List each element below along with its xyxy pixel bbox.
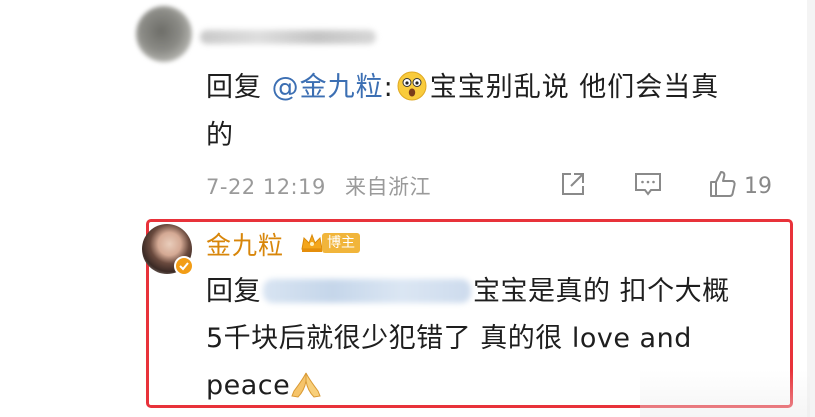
blurred-mention — [263, 279, 471, 303]
crown-icon — [300, 231, 324, 255]
timestamp: 7-22 12:19 — [206, 175, 326, 199]
verified-badge-icon — [174, 256, 194, 276]
avatar[interactable] — [136, 6, 192, 62]
blurred-username — [200, 30, 376, 44]
folded-hands-icon — [290, 367, 322, 398]
reply-prefix: 回复 — [206, 276, 261, 307]
comment-icon — [634, 171, 662, 201]
comment-line-1: 宝宝是真的 扣个大概 — [473, 276, 730, 307]
comment-button[interactable] — [634, 170, 674, 202]
comment-line-2: 5千块后就很少犯错了 真的很 love and — [206, 323, 692, 354]
like-count: 19 — [744, 173, 772, 199]
badge-label: 博主 — [322, 233, 360, 253]
surprised-face-icon — [397, 69, 427, 101]
reply-prefix: 回复 — [206, 72, 262, 103]
decorative-fade — [640, 370, 810, 417]
username[interactable]: 金九粒 — [206, 226, 284, 262]
comment-text: 回复 @金九粒: 宝宝别乱说 他们会当真 的 — [206, 64, 796, 160]
comment-meta: 7-22 12:19 来自浙江 — [206, 171, 431, 201]
comment-line-2: 的 — [206, 120, 234, 151]
location: 来自浙江 — [345, 175, 432, 199]
blogger-badge: 博主 — [300, 230, 360, 256]
share-button[interactable] — [560, 170, 600, 202]
colon: : — [383, 72, 394, 103]
like-button[interactable]: 19 — [708, 170, 788, 202]
comment-line-1: 宝宝别乱说 他们会当真 — [429, 72, 720, 103]
thumbs-up-icon — [708, 169, 738, 203]
comment-line-3: peace — [206, 370, 291, 401]
mention-link[interactable]: @金九粒 — [272, 72, 384, 103]
share-icon — [560, 171, 586, 201]
scrollbar[interactable] — [807, 0, 815, 417]
